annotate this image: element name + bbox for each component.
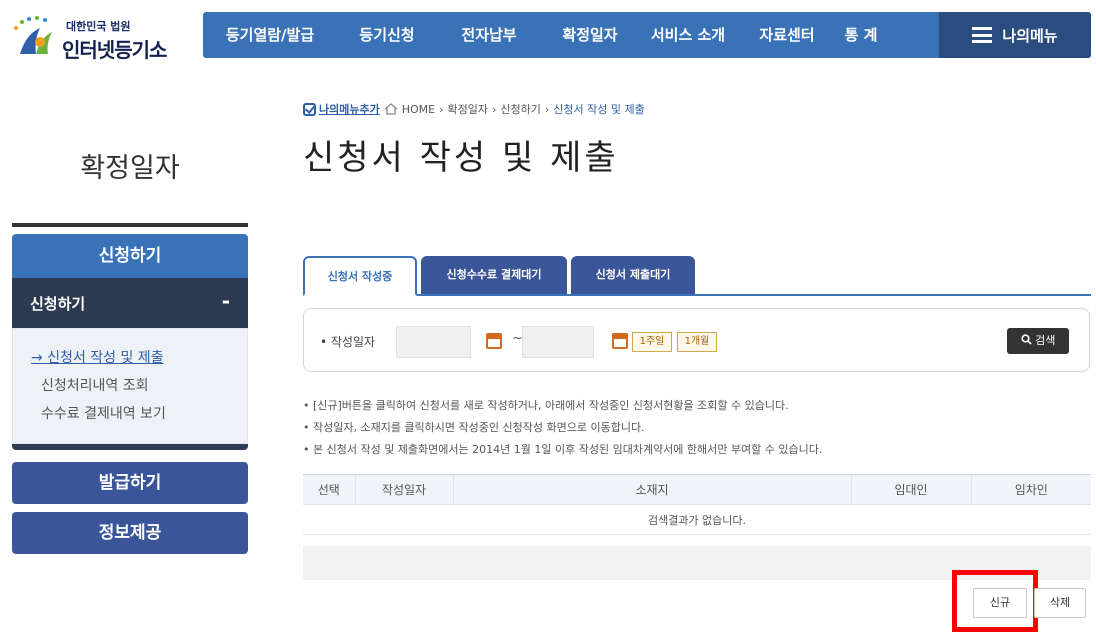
- nav-statistics[interactable]: 통 계: [837, 12, 885, 58]
- nav-fixed-date[interactable]: 확정일자: [541, 12, 639, 58]
- nav-e-payment[interactable]: 전자납부: [437, 12, 541, 58]
- notice-line-3: • 본 신청서 작성 및 제출화면에서는 2014년 1월 1일 이후 작성된 …: [303, 443, 823, 456]
- nav-data-center[interactable]: 자료센터: [737, 12, 837, 58]
- empty-result-message: 검색결과가 없습니다.: [303, 504, 1091, 535]
- breadcrumb-fixed-date[interactable]: 확정일자: [448, 101, 488, 117]
- column-lessee: 임차인: [970, 474, 1091, 505]
- sidebar-item-fee-history[interactable]: 수수료 결제내역 보기: [41, 403, 166, 423]
- table-row: 검색결과가 없습니다.: [303, 504, 1091, 535]
- column-address: 소재지: [452, 474, 851, 505]
- sidebar-title: 확정일자: [80, 153, 180, 184]
- tab-fee-pending[interactable]: 신청수수료 결제대기: [421, 256, 567, 294]
- search-button-label: 검색: [1035, 334, 1056, 347]
- court-emblem-icon: [14, 16, 52, 54]
- breadcrumb-separator-icon: ›: [492, 102, 497, 116]
- delete-button[interactable]: 삭제: [1034, 588, 1086, 618]
- checkbox-icon: [303, 102, 316, 116]
- breadcrumb-separator-icon: ›: [544, 102, 550, 116]
- breadcrumb-home[interactable]: HOME: [402, 103, 435, 116]
- sidebar-subsection-label: 신청하기: [30, 295, 86, 313]
- column-date: 작성일자: [354, 474, 453, 505]
- date-label: • 작성일자: [320, 335, 376, 349]
- breadcrumb-apply[interactable]: 신청하기: [500, 101, 540, 117]
- breadcrumb: 나의메뉴추가 HOME › 확정일자 › 신청하기 › 신청서 작성 및 제출: [303, 101, 645, 117]
- breadcrumb-current: 신청서 작성 및 제출: [553, 103, 645, 116]
- nav-registry-apply[interactable]: 등기신청: [337, 12, 437, 58]
- nav-registry-view[interactable]: 등기열람/발급: [203, 12, 337, 58]
- sidebar-item-write-submit[interactable]: → 신청서 작성 및 제출: [31, 347, 164, 367]
- tab-writing[interactable]: 신청서 작성중: [303, 256, 417, 296]
- notice-line-2: • 작성일자, 소재지를 클릭하시면 작성중인 신청작성 화면으로 이동합니다.: [303, 421, 645, 434]
- logo-title: 인터넷등기소: [62, 38, 167, 62]
- logo[interactable]: 대한민국 법원 인터넷등기소: [8, 8, 198, 62]
- calendar-icon[interactable]: [486, 333, 502, 349]
- hamburger-icon: [972, 27, 993, 43]
- sidebar-item-process-history[interactable]: 신청처리내역 조회: [41, 375, 149, 395]
- tab-underline: [303, 294, 1091, 296]
- home-icon: [384, 103, 398, 115]
- collapse-icon[interactable]: -: [222, 289, 230, 313]
- my-menu-label: 나의메뉴: [1002, 26, 1058, 45]
- tab-submit-pending[interactable]: 신청서 제출대기: [571, 256, 695, 294]
- sidebar-divider: [12, 223, 248, 227]
- add-my-menu-link[interactable]: 나의메뉴추가: [303, 101, 380, 117]
- sidebar-list-footer: [12, 444, 248, 450]
- nav-service-intro[interactable]: 서비스 소개: [639, 12, 737, 58]
- period-1month-button[interactable]: 1개월: [677, 332, 717, 352]
- sidebar-menu-list: → 신청서 작성 및 제출 신청처리내역 조회 수수료 결제내역 보기: [12, 328, 248, 444]
- sidebar-section-apply[interactable]: 신청하기: [12, 234, 248, 278]
- date-from-input[interactable]: [396, 326, 471, 358]
- notice-line-1: • [신규]버튼을 클릭하여 신청서를 새로 작성하거나, 아래에서 작성중인 …: [303, 399, 789, 412]
- column-lessor: 임대인: [850, 474, 971, 505]
- sidebar-info-button[interactable]: 정보제공: [12, 512, 248, 554]
- add-my-menu-label: 나의메뉴추가: [319, 103, 380, 116]
- logo-subtitle: 대한민국 법원: [66, 20, 131, 33]
- page-title: 신청서 작성 및 제출: [303, 138, 619, 178]
- sidebar-issue-button[interactable]: 발급하기: [12, 462, 248, 504]
- search-button[interactable]: 검색: [1007, 328, 1069, 354]
- new-button[interactable]: 신규: [973, 588, 1027, 618]
- application-table: 선택 작성일자 소재지 임대인 임차인 검색결과가 없습니다.: [303, 474, 1091, 535]
- my-menu-button[interactable]: 나의메뉴: [939, 12, 1091, 58]
- date-to-input[interactable]: [522, 326, 594, 358]
- search-icon: [1021, 334, 1032, 345]
- breadcrumb-separator-icon: ›: [439, 102, 444, 116]
- sidebar-subsection-apply[interactable]: 신청하기 -: [12, 278, 248, 328]
- calendar-icon[interactable]: [612, 333, 628, 349]
- global-nav: 등기열람/발급 등기신청 전자납부 확정일자 서비스 소개 자료센터 통 계 나…: [203, 12, 1091, 58]
- column-select: 선택: [303, 474, 355, 505]
- table-header-row: 선택 작성일자 소재지 임대인 임차인: [303, 474, 1091, 505]
- period-1week-button[interactable]: 1주일: [632, 332, 672, 352]
- search-panel: • 작성일자 ~ 1주일 1개월 검색: [303, 308, 1090, 372]
